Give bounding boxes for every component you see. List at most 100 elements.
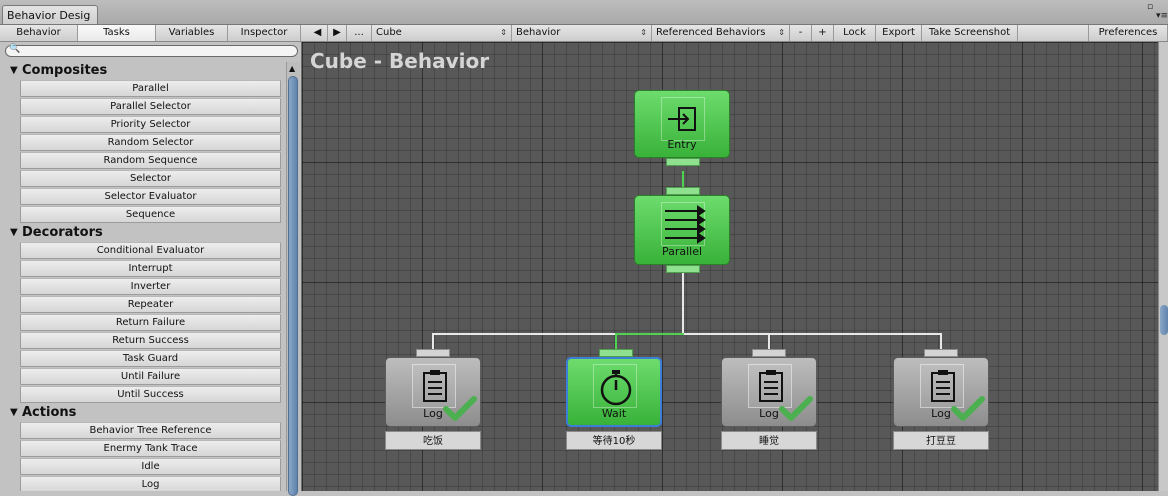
take-screenshot-button[interactable]: Take Screenshot (922, 25, 1018, 41)
remove-behavior-button[interactable]: - (790, 25, 812, 41)
scroll-thumb[interactable] (288, 76, 298, 496)
task-enermy-tank-trace[interactable]: Enermy Tank Trace (20, 440, 281, 457)
dropdown-icon: ⇕ (640, 28, 647, 37)
restore-icon[interactable]: ▫ (1147, 2, 1153, 12)
category-actions[interactable]: ▼ Actions (6, 404, 284, 422)
referenced-behaviors-select[interactable]: Referenced Behaviors ⇕ (652, 25, 790, 41)
parallel-input-port[interactable] (666, 187, 700, 195)
log-node-beat-beans[interactable]: Log (893, 357, 989, 427)
node-label: Wait (601, 407, 627, 420)
collapse-triangle-icon: ▼ (10, 227, 18, 238)
success-check-icon (951, 396, 985, 421)
window-tab-strip: Behavior Desig ▫ ▾≡ (0, 0, 1168, 25)
referenced-behaviors-label: Referenced Behaviors (656, 27, 766, 38)
behavior-select-value: Behavior (516, 27, 561, 38)
log-node-eat[interactable]: Log (385, 357, 481, 427)
task-until-failure[interactable]: Until Failure (20, 368, 281, 385)
back-button[interactable]: ◀ (308, 25, 328, 41)
parallel-arrows-icon (661, 202, 706, 246)
tab-menu-icon[interactable]: ▾≡ (1156, 11, 1168, 21)
object-select-value: Cube (376, 27, 402, 38)
preferences-button[interactable]: Preferences (1088, 25, 1168, 41)
dropdown-icon: ⇕ (778, 28, 785, 37)
node-comment: 打豆豆 (893, 431, 989, 450)
success-check-icon (443, 396, 477, 421)
add-behavior-button[interactable]: + (812, 25, 834, 41)
success-check-icon (779, 396, 813, 421)
task-task-guard[interactable]: Task Guard (20, 350, 281, 367)
graph-title: Cube - Behavior (310, 49, 490, 73)
log-input-port[interactable] (416, 349, 450, 357)
category-decorators[interactable]: ▼ Decorators (6, 224, 284, 242)
object-select[interactable]: Cube ⇕ (372, 25, 512, 41)
behavior-select[interactable]: Behavior ⇕ (512, 25, 652, 41)
log-node-sleep[interactable]: Log (721, 357, 817, 427)
task-return-success[interactable]: Return Success (20, 332, 281, 349)
log-input-port[interactable] (924, 349, 958, 357)
task-parallel-selector[interactable]: Parallel Selector (20, 98, 281, 115)
graph-vertical-scrollbar[interactable] (1158, 42, 1168, 491)
node-label: Entry (667, 138, 697, 151)
export-button[interactable]: Export (876, 25, 922, 41)
wait-input-port[interactable] (599, 349, 633, 357)
task-search-input[interactable]: 🔍 (5, 44, 298, 57)
entry-icon (661, 97, 705, 141)
task-random-selector[interactable]: Random Selector (20, 134, 281, 151)
connection-line (768, 333, 770, 349)
search-icon: 🔍 (9, 44, 21, 54)
task-behavior-tree-reference[interactable]: Behavior Tree Reference (20, 422, 281, 439)
more-button[interactable]: ... (347, 25, 372, 41)
stopwatch-icon (593, 364, 637, 408)
collapse-triangle-icon: ▼ (10, 65, 18, 76)
task-parallel[interactable]: Parallel (20, 80, 281, 97)
task-log[interactable]: Log (20, 476, 281, 491)
task-selector[interactable]: Selector (20, 170, 281, 187)
tab-inspector[interactable]: Inspector (228, 25, 301, 41)
node-comment: 睡觉 (721, 431, 817, 450)
window-tab[interactable]: Behavior Desig (2, 5, 98, 24)
task-list-scrollbar[interactable]: ▲ (286, 62, 300, 496)
connection-line (615, 333, 617, 349)
connection-line (432, 333, 434, 349)
connection-line (615, 333, 684, 335)
task-selector-evaluator[interactable]: Selector Evaluator (20, 188, 281, 205)
node-label: Parallel (661, 245, 703, 258)
scroll-thumb[interactable] (1160, 305, 1168, 335)
category-title: Composites (22, 63, 108, 78)
task-priority-selector[interactable]: Priority Selector (20, 116, 281, 133)
parallel-output-port[interactable] (666, 265, 700, 273)
parallel-node[interactable]: Parallel (634, 195, 730, 265)
tab-tasks[interactable]: Tasks (78, 25, 156, 41)
wait-node[interactable]: Wait (566, 357, 662, 427)
log-input-port[interactable] (752, 349, 786, 357)
behavior-graph-canvas[interactable]: Cube - Behavior Entry Parallel Log 吃饭 Wa… (302, 42, 1158, 491)
connection-line (940, 333, 942, 349)
node-comment: 等待10秒 (566, 431, 662, 450)
tasks-panel: 🔍 ▼ Composites Parallel Parallel Selecto… (0, 42, 302, 496)
task-return-failure[interactable]: Return Failure (20, 314, 281, 331)
forward-button[interactable]: ▶ (328, 25, 347, 41)
task-until-success[interactable]: Until Success (20, 386, 281, 403)
scroll-up-icon[interactable]: ▲ (289, 64, 295, 73)
connection-line (682, 273, 684, 334)
connection-line (432, 333, 942, 335)
task-conditional-evaluator[interactable]: Conditional Evaluator (20, 242, 281, 259)
category-title: Decorators (22, 225, 103, 240)
task-random-sequence[interactable]: Random Sequence (20, 152, 281, 169)
task-sequence[interactable]: Sequence (20, 206, 281, 223)
category-composites[interactable]: ▼ Composites (6, 62, 284, 80)
task-repeater[interactable]: Repeater (20, 296, 281, 313)
task-interrupt[interactable]: Interrupt (20, 260, 281, 277)
lock-button[interactable]: Lock (834, 25, 876, 41)
toolbar: Behavior Tasks Variables Inspector ◀ ▶ .… (0, 25, 1168, 42)
entry-output-port[interactable] (666, 158, 700, 166)
node-comment: 吃饭 (385, 431, 481, 450)
task-inverter[interactable]: Inverter (20, 278, 281, 295)
tab-variables[interactable]: Variables (156, 25, 228, 41)
task-list: ▼ Composites Parallel Parallel Selector … (6, 62, 284, 491)
task-idle[interactable]: Idle (20, 458, 281, 475)
tab-behavior[interactable]: Behavior (0, 25, 78, 41)
collapse-triangle-icon: ▼ (10, 407, 18, 418)
entry-node[interactable]: Entry (634, 90, 730, 158)
category-title: Actions (22, 405, 77, 420)
